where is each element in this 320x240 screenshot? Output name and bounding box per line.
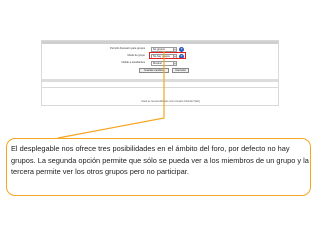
highlight-box	[149, 52, 186, 59]
section-band	[42, 79, 278, 82]
group-discussion-value: No grupos	[153, 47, 165, 51]
save-button[interactable]: Guardar cambios	[139, 68, 169, 73]
group-discussion-select[interactable]: No grupos ▾	[151, 46, 177, 52]
footer-text: Usted se ha autentificado como Usuario C…	[141, 100, 200, 103]
settings-screenshot: Permitir discusión para grupos No grupos…	[41, 40, 279, 106]
visibility-value: Mostrar	[153, 61, 162, 65]
help-icon[interactable]: ?	[179, 46, 184, 52]
visibility-select[interactable]: Mostrar ▾	[151, 60, 177, 66]
group-discussion-label: Permitir discusión para grupos	[109, 47, 145, 50]
top-bar	[42, 41, 278, 44]
divider	[42, 87, 278, 88]
callout-box: El desplegable nos ofrece tres posibilid…	[6, 138, 311, 196]
visibility-label: Visible a estudiantes	[121, 61, 145, 64]
cancel-button[interactable]: Cancelar	[172, 68, 189, 73]
visibility-row: Visible a estudiantes Mostrar ▾	[42, 60, 278, 66]
chevron-down-icon: ▾	[173, 61, 176, 65]
callout-pointer	[57, 51, 165, 139]
group-mode-label: Modo de grupo	[127, 54, 145, 57]
chevron-down-icon: ▾	[173, 47, 176, 51]
callout-text: El desplegable nos ofrece tres posibilid…	[11, 144, 309, 176]
